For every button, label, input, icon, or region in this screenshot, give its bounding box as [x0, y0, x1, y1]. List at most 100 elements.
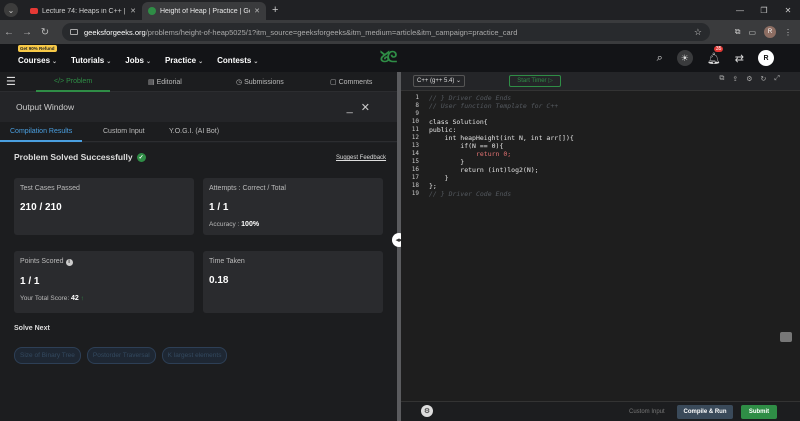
code-line[interactable]: // User function Template for C++	[429, 102, 558, 110]
back-icon[interactable]: ←	[0, 27, 18, 38]
profile-avatar[interactable]: R	[764, 26, 776, 38]
tab-problem[interactable]: </> Problem	[35, 78, 111, 92]
notification-badge: 35	[713, 45, 724, 52]
menu-practice[interactable]: Practice ⌄	[165, 56, 203, 65]
chat-icon[interactable]	[780, 332, 792, 342]
next-problem-chip[interactable]: K largest elements	[161, 347, 228, 364]
minimize-icon[interactable]: _	[347, 102, 361, 114]
next-problem-chip[interactable]: Postorder Traversal	[86, 347, 156, 364]
tab-comments[interactable]: ▢ Comments	[330, 78, 372, 86]
fullscreen-icon[interactable]: ⤢	[774, 75, 780, 83]
restore-icon[interactable]: ❐	[752, 6, 776, 15]
menu-contests[interactable]: Contests ⌄	[217, 56, 258, 65]
search-icon[interactable]: ⌕	[657, 52, 663, 65]
language-select[interactable]: C++ (g++ 5.4) ⌄	[413, 75, 465, 87]
menu-jobs[interactable]: Jobs ⌄	[125, 56, 151, 65]
settings-icon[interactable]: ⚙	[746, 75, 752, 83]
line-number-gutter: 1 8 9 10 11 12 13 14 15 16 17 18 19	[401, 91, 425, 401]
theme-toggle-icon[interactable]: ☀	[676, 50, 693, 66]
browser-tab-height-of-heap[interactable]: Height of Heap | Practice | Gee ✕	[142, 2, 266, 20]
user-avatar[interactable]: R	[758, 50, 774, 66]
close-window-icon[interactable]: ✕	[776, 6, 800, 15]
accuracy-label: Accuracy :	[209, 221, 240, 228]
custom-input-button[interactable]: Custom Input	[629, 409, 665, 415]
site-info-icon[interactable]	[70, 29, 78, 35]
menu-tutorials[interactable]: Tutorials ⌄	[71, 56, 111, 65]
tab-compilation-results[interactable]: Compilation Results	[0, 128, 83, 142]
close-icon[interactable]: ✕	[254, 7, 260, 15]
solved-status: Problem Solved Successfully ✓	[14, 152, 146, 162]
tab-submissions[interactable]: ◷ Submissions	[236, 78, 284, 86]
code-line[interactable]: }	[429, 174, 449, 182]
new-tab-button[interactable]: +	[272, 4, 278, 16]
code-line[interactable]: if(N == 0){	[429, 142, 503, 150]
tab-custom-input[interactable]: Custom Input	[103, 128, 145, 135]
bookmark-star-icon[interactable]: ☆	[694, 27, 702, 38]
next-problems: Size of Binary Tree Postorder Traversal …	[14, 347, 228, 364]
menu-label: Jobs	[125, 55, 144, 65]
navbar-actions: ⌕ ☀ 🔔︎ 35 ⇄ R	[657, 44, 774, 72]
more-menu-icon[interactable]: ⋮	[784, 28, 792, 37]
translate-icon[interactable]: ⇄	[735, 52, 744, 65]
code-line[interactable]: int heapHeight(int N, int arr[]){	[429, 134, 574, 142]
browser-tab-lecture[interactable]: Lecture 74: Heaps in C++ || He ✕	[24, 2, 142, 20]
status-text: Problem Solved Successfully	[14, 152, 133, 162]
code-line[interactable]: class Solution{	[429, 118, 488, 126]
timer-label: Start Timer	[517, 78, 547, 84]
code-line[interactable]: };	[429, 182, 437, 190]
compile-run-button[interactable]: Compile & Run	[677, 405, 733, 419]
url-field[interactable]: geeksforgeeks.org/problems/height-of-hea…	[62, 23, 710, 41]
line-number: 9	[415, 110, 419, 117]
gfg-logo[interactable]: ᘜᘓ	[380, 48, 406, 66]
code-editor[interactable]: // } Driver Code Ends // User function T…	[425, 91, 800, 401]
attempts-label: Attempts : Correct / Total	[209, 185, 286, 192]
code-line[interactable]: public:	[429, 126, 456, 134]
tab-label: Editorial	[156, 79, 182, 86]
url-host: geeksforgeeks.org	[84, 27, 146, 37]
code-line[interactable]: }	[429, 158, 464, 166]
tab-search-icon[interactable]: ⌄	[4, 3, 18, 17]
code-line[interactable]: // } Driver Code Ends	[429, 94, 511, 102]
tab-title: Height of Heap | Practice | Gee	[160, 7, 251, 15]
output-window-header: Output Window _✕	[0, 92, 398, 122]
attempts-card: Attempts : Correct / Total 1 / 1 Accurac…	[203, 178, 383, 235]
solve-next-title: Solve Next	[14, 325, 50, 332]
hamburger-icon[interactable]: ☰	[6, 75, 18, 88]
start-timer-button[interactable]: Start Timer ▷	[509, 75, 561, 87]
arrow-up-icon: ↑	[80, 295, 84, 302]
extensions-icon[interactable]: ⧉	[735, 27, 741, 37]
menu-label: Tutorials	[71, 55, 105, 65]
tab-yogi-bot[interactable]: Y.O.G.I. (AI Bot)	[169, 128, 219, 135]
reset-icon[interactable]: ↻	[761, 75, 767, 83]
total-score: Your Total Score: 42 ↑	[20, 295, 188, 302]
youtube-icon	[30, 8, 38, 14]
sidebar-icon[interactable]: ▭	[748, 28, 756, 37]
suggest-feedback-link[interactable]: Suggest Feedback	[336, 155, 386, 161]
upload-icon[interactable]: ⇪	[732, 75, 738, 83]
notification-bell-icon[interactable]: 🔔︎ 35	[707, 45, 724, 65]
time-value: 0.18	[209, 275, 229, 286]
chevron-down-icon: ⌄	[198, 58, 204, 65]
chevron-down-icon: ⌄	[106, 58, 112, 65]
submit-button[interactable]: Submit	[741, 405, 777, 419]
line-number: 18	[411, 182, 419, 189]
tests-card: Test Cases Passed 210 / 210	[14, 178, 194, 235]
attempts-value: 1 / 1	[209, 202, 229, 213]
line-number: 12	[411, 134, 419, 141]
line-number: 1	[415, 94, 419, 101]
info-icon[interactable]: i	[65, 259, 73, 266]
close-icon[interactable]: ✕	[130, 7, 136, 15]
code-line[interactable]: return (int)log2(N);	[429, 166, 538, 174]
close-icon[interactable]: ✕	[361, 102, 378, 114]
code-line[interactable]: return 0;	[429, 150, 511, 158]
minimize-icon[interactable]: —	[728, 6, 752, 15]
copy-icon[interactable]: ⧉	[719, 75, 724, 83]
forward-icon[interactable]: →	[18, 27, 36, 38]
next-problem-chip[interactable]: Size of Binary Tree	[14, 347, 81, 364]
code-line[interactable]: // } Driver Code Ends	[429, 190, 511, 198]
menu-courses[interactable]: Courses ⌄	[18, 56, 57, 65]
time-label: Time Taken	[209, 258, 245, 265]
reload-icon[interactable]: ↻	[36, 27, 54, 38]
gear-icon[interactable]: ⚙	[421, 405, 433, 417]
tab-editorial[interactable]: ▤ Editorial	[148, 78, 182, 86]
